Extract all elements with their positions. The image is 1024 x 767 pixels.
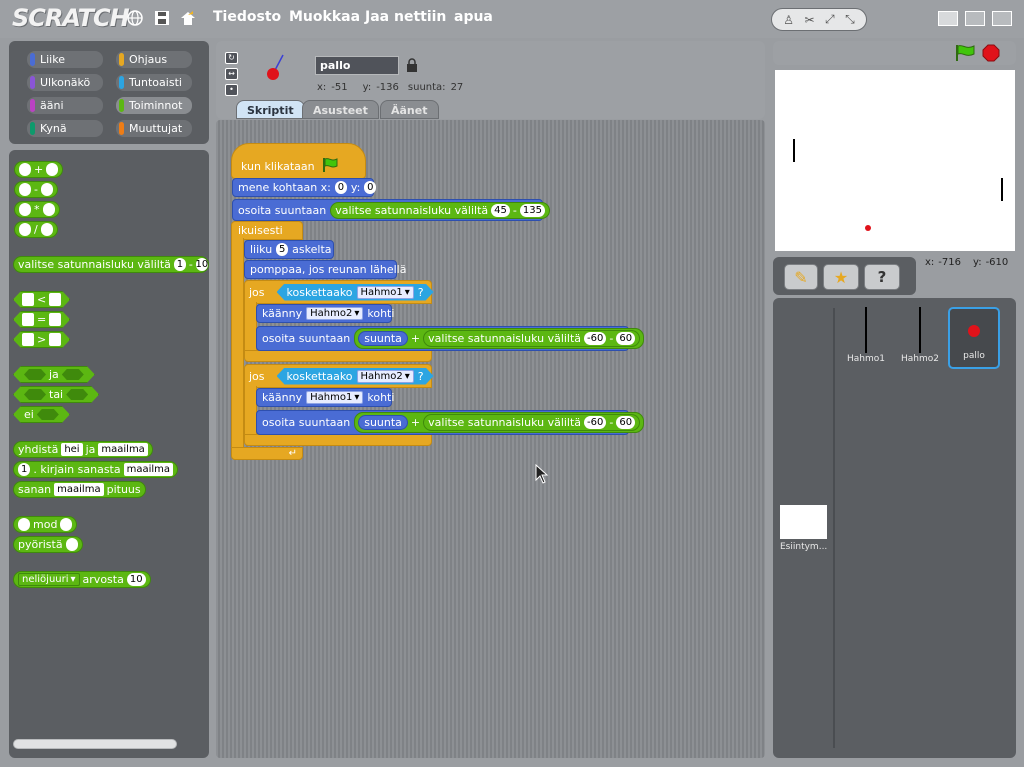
paddle-sprite-1[interactable] (793, 139, 795, 162)
go-to-xy-block[interactable]: mene kohtaan x: 0 y: 0 (232, 178, 377, 197)
random-sprite-icon[interactable]: ? (864, 264, 900, 290)
choose-sprite-icon[interactable]: ★ (823, 264, 859, 290)
point-towards-block-2[interactable]: käänny Hahmo1 ▾ kohti (256, 388, 394, 407)
sprite-thumbnail-icon (267, 54, 284, 80)
if-end-1 (244, 350, 432, 362)
subtract-block[interactable]: - (14, 181, 58, 198)
towards-dropdown-1[interactable]: Hahmo2 ▾ (306, 307, 364, 320)
letter-of-block[interactable]: 1. kirjain sanasta maailma (13, 461, 179, 478)
sprite-item-hahmo2[interactable]: Hahmo2 (894, 307, 946, 369)
menu-edit[interactable]: Muokkaa (289, 9, 360, 25)
direction-reporter-2[interactable]: suunta (358, 415, 408, 430)
save-icon[interactable] (153, 9, 171, 27)
tab-costumes[interactable]: Asusteet (302, 100, 379, 119)
loop-arrow-icon: ↵ (231, 447, 303, 460)
menu-share[interactable]: Jaa nettiin (365, 9, 446, 25)
greater-than-block[interactable]: > (13, 331, 70, 348)
scratch-logo: SCRATCH (12, 4, 130, 32)
tab-scripts[interactable]: Skriptit (236, 100, 305, 119)
sprite-item-hahmo1[interactable]: Hahmo1 (840, 307, 892, 369)
category-control[interactable]: Ohjaus (116, 51, 192, 68)
bounce-block[interactable]: pomppaa, jos reunan lähellä (244, 260, 406, 279)
divide-block[interactable]: / (14, 221, 58, 238)
view-small-stage-icon[interactable] (965, 11, 985, 26)
lock-icon[interactable] (406, 58, 418, 76)
random-block[interactable]: valitse satunnaisluku väliltä 1-10 (13, 256, 209, 273)
category-pen[interactable]: Kynä (27, 120, 103, 137)
equals-block[interactable]: = (13, 311, 70, 328)
stage-canvas[interactable] (775, 70, 1015, 251)
if-end-2 (244, 434, 432, 446)
and-block[interactable]: ja (13, 366, 95, 383)
stage-mouse-coords: x: -716 y: -610 (925, 257, 1009, 268)
sprite-name-field[interactable]: pallo (315, 56, 399, 75)
paint-new-sprite-icon[interactable]: ✎ (784, 264, 818, 290)
green-flag-icon[interactable] (954, 44, 976, 62)
touching-block-2[interactable]: koskettaako Hahmo2 ▾? (277, 368, 434, 385)
touching-dropdown-1[interactable]: Hahmo1 ▾ (357, 286, 414, 299)
presentation-mode-icon[interactable] (992, 11, 1012, 26)
shrink-icon[interactable]: ⤡ (845, 12, 855, 27)
less-than-block[interactable]: < (13, 291, 70, 308)
point-direction-block-2[interactable]: osoita suuntaan suunta + valitse satunna… (256, 410, 645, 435)
stamp-icon[interactable]: ♙ (783, 13, 794, 27)
category-looks[interactable]: Ulkonäkö (27, 74, 103, 91)
menu-help[interactable]: apua (454, 9, 493, 25)
if-block-1[interactable]: jos koskettaako Hahmo1 ▾? (244, 280, 432, 304)
category-motion[interactable]: Liike (27, 51, 103, 68)
rotate-icon[interactable]: ↻ (225, 52, 238, 64)
move-steps-block[interactable]: liiku 5 askelta (244, 240, 334, 259)
forever-arm (231, 238, 244, 452)
flip-icon[interactable]: ↔ (225, 68, 238, 80)
sprite-item-pallo[interactable]: pallo (948, 307, 1000, 369)
length-of-block[interactable]: sanan maailma pituus (13, 481, 146, 498)
category-sensing[interactable]: Tuntoaisti (116, 74, 192, 91)
add-block[interactable]: + (14, 161, 64, 178)
category-sound[interactable]: ääni (27, 97, 103, 114)
touching-dropdown-2[interactable]: Hahmo2 ▾ (357, 370, 414, 383)
point-direction-block-1[interactable]: osoita suuntaan suunta + valitse satunna… (256, 326, 645, 351)
stop-icon[interactable] (982, 44, 1000, 62)
point-direction-block[interactable]: osoita suuntaan valitse satunnaisluku vä… (232, 199, 550, 221)
grow-icon[interactable]: ⤢ (825, 12, 835, 27)
category-operators[interactable]: Toiminnot (116, 97, 192, 114)
view-normal-icon[interactable] (938, 11, 958, 26)
when-flag-clicked-block[interactable]: kun klikataan (231, 143, 366, 179)
sqrt-dropdown[interactable]: neliöjuuri ▾ (18, 573, 80, 586)
multiply-block[interactable]: * (14, 201, 60, 218)
tab-sounds[interactable]: Äänet (380, 100, 439, 119)
not-block[interactable]: ei (13, 406, 70, 423)
touching-block-1[interactable]: koskettaako Hahmo1 ▾? (277, 284, 434, 301)
category-variables[interactable]: Muuttujat (116, 120, 192, 137)
paddle-sprite-2[interactable] (1001, 178, 1003, 201)
palette-scrollbar[interactable] (13, 739, 177, 749)
sqrt-block[interactable]: neliöjuuri ▾ arvosta 10 (13, 571, 151, 588)
tool-group: ♙ ✂ ⤢ ⤡ (771, 8, 867, 31)
mod-block[interactable]: mod (13, 516, 78, 533)
towards-dropdown-2[interactable]: Hahmo1 ▾ (306, 391, 364, 404)
point-towards-block-1[interactable]: käänny Hahmo2 ▾ kohti (256, 304, 394, 323)
scissors-icon[interactable]: ✂ (804, 13, 814, 27)
menu-file[interactable]: Tiedosto (213, 9, 281, 25)
stage-header (773, 41, 1016, 65)
mouse-cursor-icon (535, 464, 549, 484)
or-block[interactable]: tai (13, 386, 99, 403)
join-block[interactable]: yhdistä hei ja maailma (13, 441, 153, 458)
round-block[interactable]: pyöristä (13, 536, 83, 553)
share-icon[interactable] (179, 9, 197, 27)
direction-reporter-1[interactable]: suunta (358, 331, 408, 346)
stage-thumbnail[interactable]: Esiintym... (780, 505, 828, 559)
sprite-list-divider (833, 308, 835, 748)
ball-sprite[interactable] (865, 225, 871, 231)
no-rotate-icon[interactable]: • (225, 84, 238, 96)
globe-icon[interactable] (126, 9, 144, 27)
if-block-2[interactable]: jos koskettaako Hahmo2 ▾? (244, 364, 432, 388)
green-flag-icon (322, 158, 338, 172)
sprite-coords: x: -51 y: -136 suunta: 27 (317, 82, 464, 93)
